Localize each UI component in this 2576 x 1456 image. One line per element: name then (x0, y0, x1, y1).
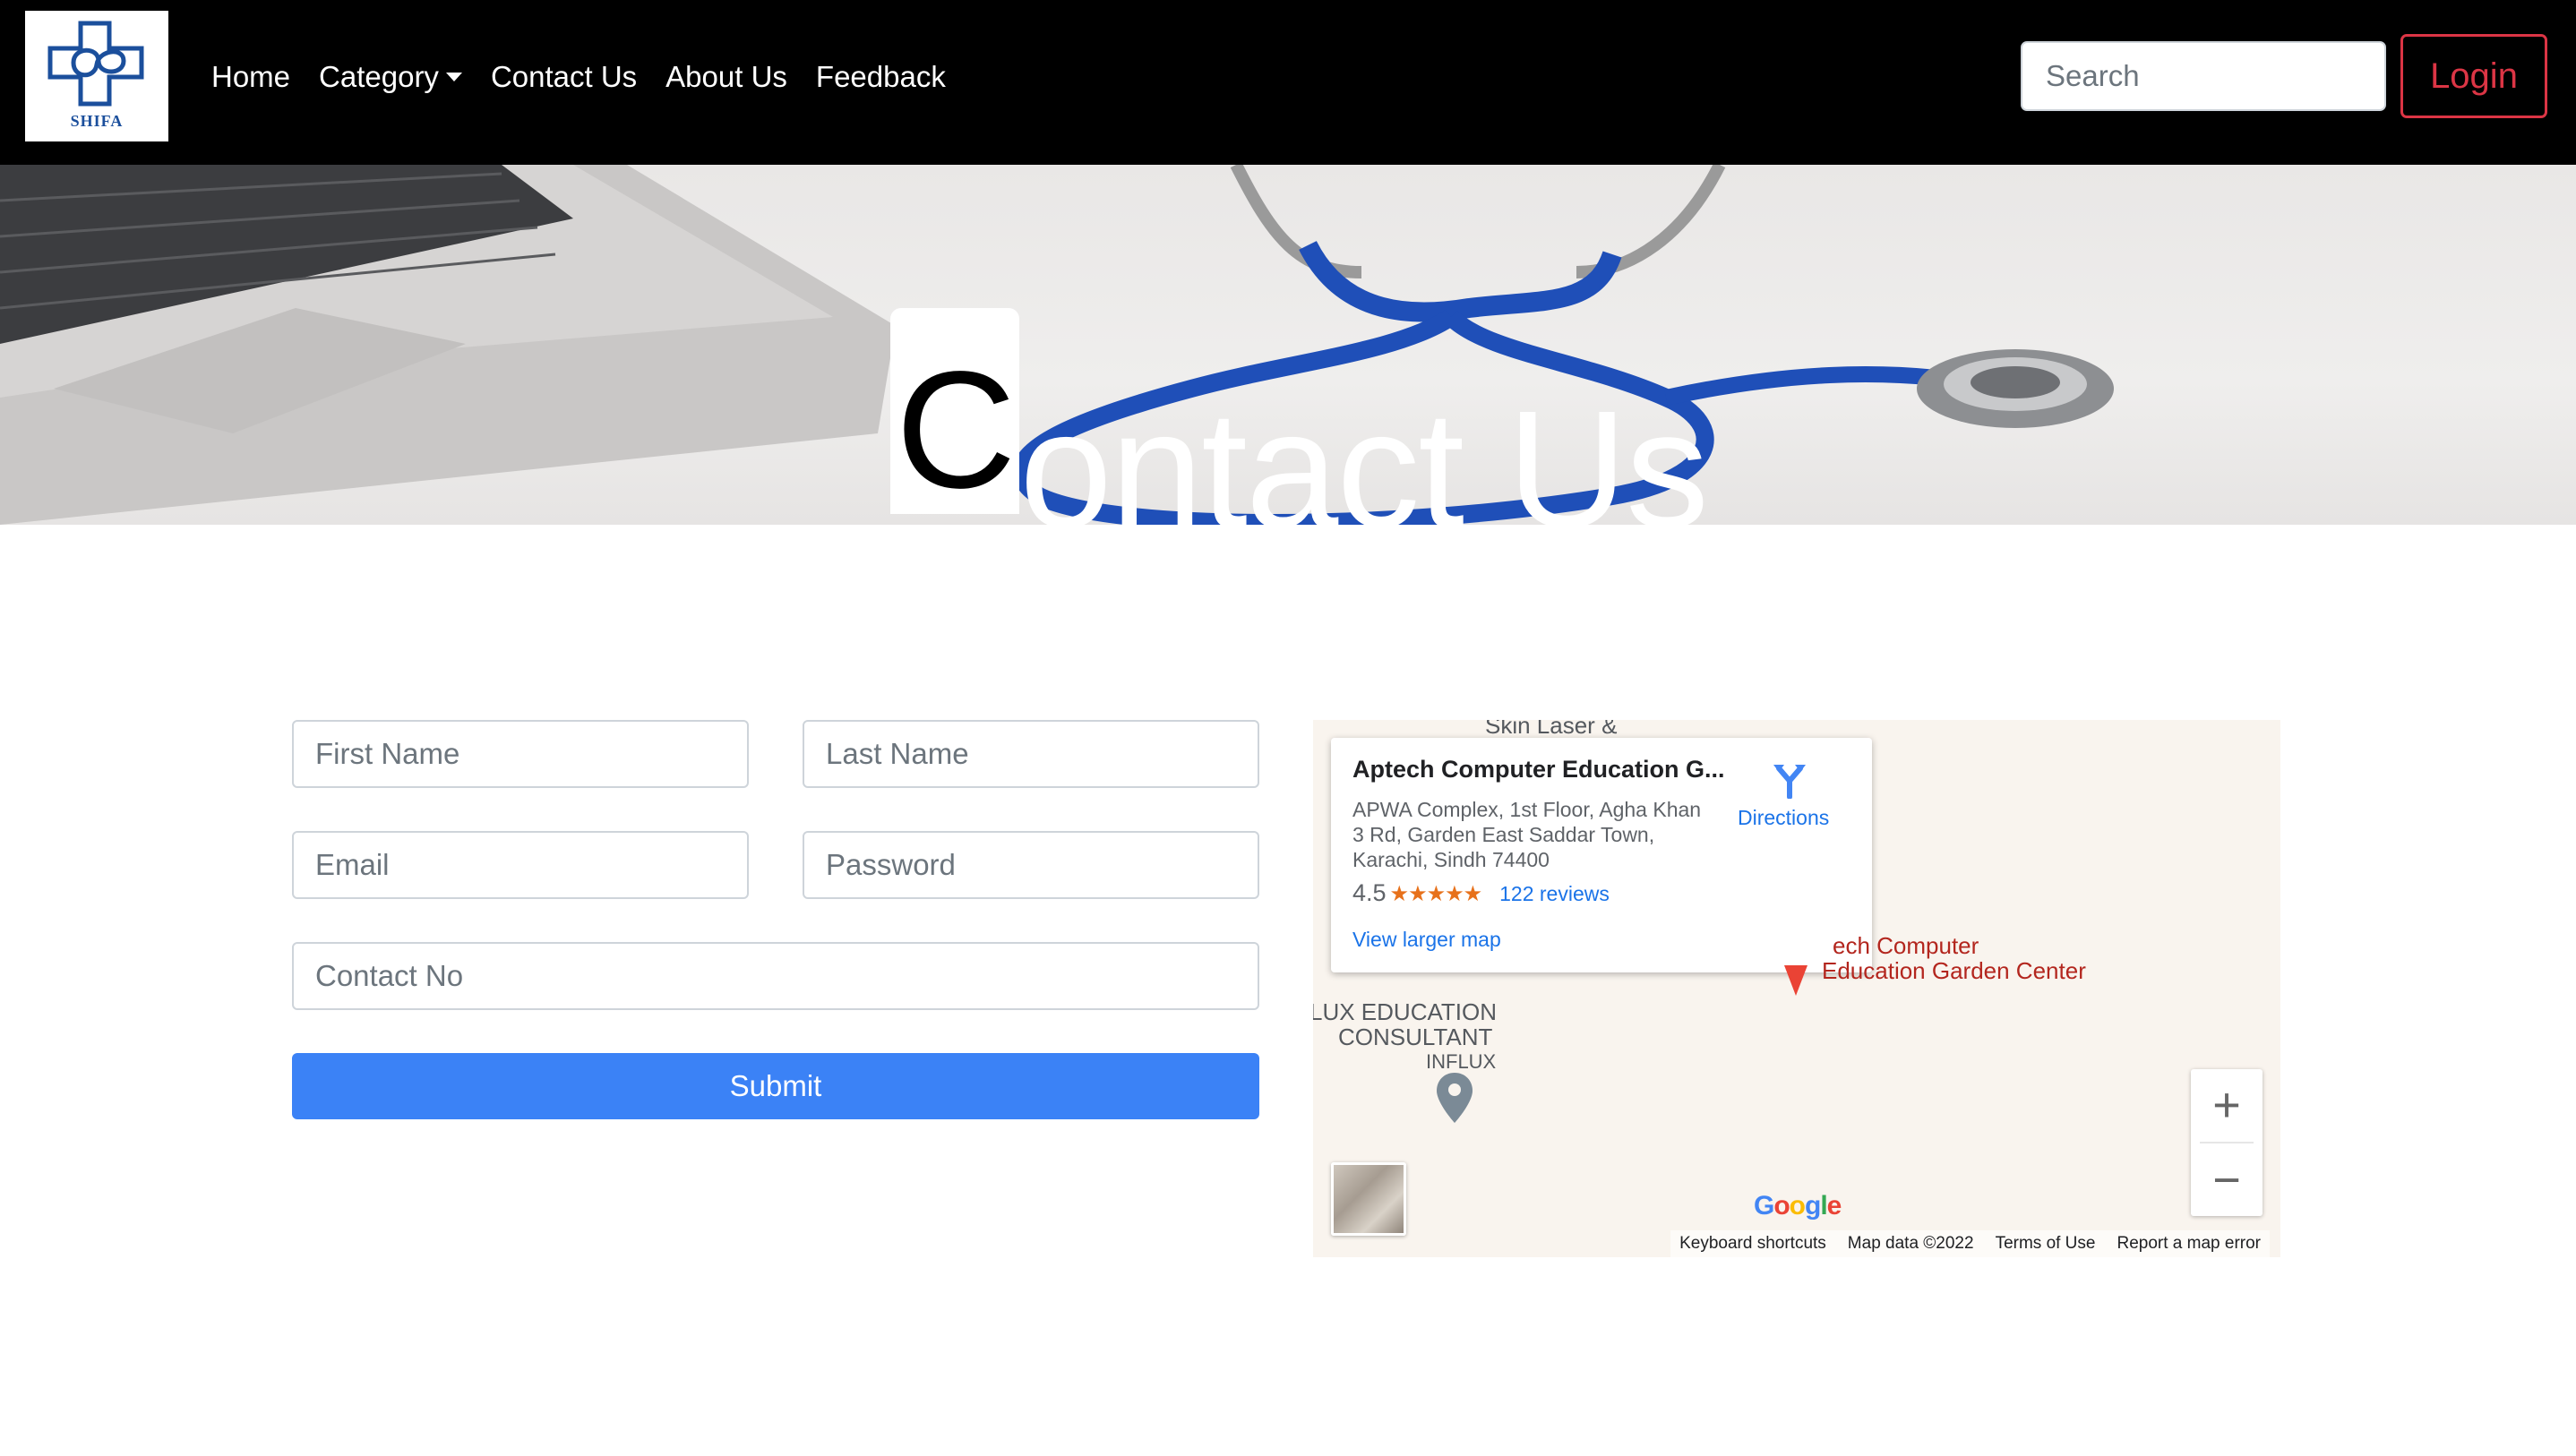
zoom-divider (2200, 1142, 2254, 1143)
nav-about-us[interactable]: About Us (665, 57, 787, 97)
rating-value: 4.5 (1352, 879, 1387, 906)
map-footer: Keyboard shortcuts Map data ©2022 Terms … (1670, 1230, 2270, 1257)
navbar: SHIFA Home Category Contact Us About Us … (0, 0, 2576, 165)
report-map-error-link[interactable]: Report a map error (2117, 1234, 2261, 1254)
nav-contact-us[interactable]: Contact Us (491, 57, 637, 97)
red-map-pin-icon[interactable] (1781, 962, 1811, 998)
zoom-out-button[interactable]: − (2191, 1144, 2263, 1216)
search-input[interactable] (2021, 41, 2386, 111)
address-line-2: 3 Rd, Garden East Saddar Town, (1352, 823, 1655, 846)
nav-links: Home Category Contact Us About Us Feedba… (211, 57, 975, 97)
medical-cross-logo-icon (47, 21, 144, 107)
keyboard-shortcuts-link[interactable]: Keyboard shortcuts (1679, 1234, 1826, 1254)
login-button[interactable]: Login (2400, 34, 2547, 118)
nav-category-dropdown[interactable]: Category (319, 57, 462, 97)
map-label-lux-line1: LUX EDUCATION (1313, 998, 1497, 1025)
map-label-lux-line2: CONSULTANT (1338, 1023, 1493, 1050)
caret-down-icon (445, 73, 462, 81)
satellite-view-toggle[interactable] (1331, 1162, 1406, 1236)
directions-link[interactable]: Directions (1738, 806, 1829, 830)
map-info-card: Aptech Computer Education G... APWA Comp… (1331, 738, 1872, 972)
shifa-logo[interactable]: SHIFA (25, 11, 168, 141)
zoom-in-button[interactable]: + (2191, 1069, 2263, 1141)
submit-button[interactable]: Submit (292, 1053, 1259, 1119)
address-line-3: Karachi, Sindh 74400 (1352, 848, 1550, 871)
view-larger-map-link[interactable]: View larger map (1352, 928, 1501, 952)
place-title: Aptech Computer Education G... (1352, 756, 1725, 783)
place-rating: 4.5 ★★★★★ 122 reviews (1352, 879, 1610, 907)
map-label-place-line1: ech Computer (1833, 932, 1979, 959)
contact-no-field[interactable] (292, 942, 1259, 1010)
google-map[interactable]: Skin Laser & Aptech Computer Education G… (1313, 720, 2280, 1257)
reviews-link[interactable]: 122 reviews (1499, 882, 1610, 905)
page-title: Contact Us (890, 308, 1709, 526)
google-logo: Google (1754, 1191, 1842, 1220)
map-data-text: Map data ©2022 (1847, 1234, 1974, 1253)
hero-banner: Contact Us (0, 165, 2576, 525)
rating-stars-icon: ★★★★★ (1389, 882, 1483, 906)
email-field[interactable] (292, 831, 749, 899)
logo-text: SHIFA (70, 112, 124, 130)
page-title-rest: ontact Us (1019, 377, 1709, 526)
map-label-place-line2: Education Garden Center (1822, 957, 2086, 984)
password-field[interactable] (803, 831, 1259, 899)
nav-category-label: Category (319, 60, 439, 93)
grey-map-pin-icon[interactable] (1435, 1071, 1474, 1125)
nav-home[interactable]: Home (211, 57, 290, 97)
directions-icon[interactable] (1770, 759, 1809, 799)
map-label-influx: INFLUX (1426, 1050, 1497, 1073)
place-address: APWA Complex, 1st Floor, Agha Khan 3 Rd,… (1352, 797, 1729, 872)
nav-feedback[interactable]: Feedback (816, 57, 946, 97)
terms-of-use-link[interactable]: Terms of Use (1996, 1234, 2096, 1254)
last-name-field[interactable] (803, 720, 1259, 788)
page-title-first-letter: C (890, 308, 1020, 514)
map-label-skin-laser: Skin Laser & (1485, 720, 1618, 739)
address-line-1: APWA Complex, 1st Floor, Agha Khan (1352, 798, 1702, 821)
first-name-field[interactable] (292, 720, 749, 788)
zoom-control: + − (2191, 1069, 2263, 1216)
